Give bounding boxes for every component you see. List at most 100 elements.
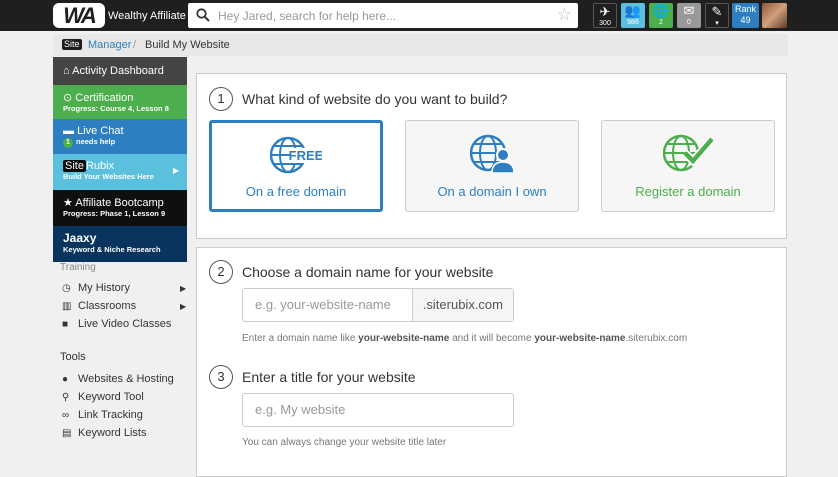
step-number: 3: [209, 365, 233, 389]
star-icon: ★: [63, 197, 73, 209]
jaaxy-sub: Keyword & Niche Research: [63, 245, 161, 254]
breadcrumb-manager-link[interactable]: Manager: [88, 39, 131, 51]
title-help-text: You can always change your website title…: [242, 437, 447, 448]
sidebar-item-keyword-tool[interactable]: ⚲ Keyword Tool: [62, 391, 144, 403]
tools-heading: Tools: [60, 351, 86, 363]
option-register-domain[interactable]: Register a domain: [601, 120, 775, 212]
step-number: 2: [209, 260, 233, 284]
search-icon: ⚲: [62, 392, 70, 403]
sidebar-item-label: Keyword Tool: [78, 391, 144, 403]
domain-input-group: .siterubix.com: [242, 288, 514, 322]
domain-name-input[interactable]: [255, 297, 405, 312]
svg-text:FREE: FREE: [289, 148, 322, 163]
chevron-down-icon: ▾: [715, 20, 719, 27]
chat-count-badge: 1: [63, 138, 73, 148]
breadcrumb: Site Manager / Build My Website: [53, 34, 788, 56]
logo-text: Wealthy Affiliate: [108, 10, 186, 22]
sidebar-item-label: My History: [78, 282, 130, 294]
breadcrumb-current: Build My Website: [145, 39, 230, 51]
sidebar-item-link-tracking[interactable]: ∞ Link Tracking: [62, 409, 143, 421]
community-button[interactable]: 👥 986: [621, 3, 645, 28]
write-button[interactable]: ✎ ▾: [705, 3, 729, 28]
site-logo[interactable]: WA Wealthy Affiliate: [53, 2, 186, 29]
book-icon: ▥: [62, 301, 72, 312]
sidebar-item-live-chat[interactable]: ▬ Live Chat 1 needs help: [53, 119, 187, 154]
globe-icon: ●: [62, 374, 69, 385]
messages-button[interactable]: ✉ 0: [677, 3, 701, 28]
plane-count: 300: [599, 20, 611, 27]
chevron-right-icon: ▶: [172, 166, 179, 175]
rank-value: 49: [740, 15, 751, 25]
sidebar-item-classrooms[interactable]: ▥ Classrooms: [62, 300, 136, 312]
sidebar-item-dashboard[interactable]: ⌂ Activity Dashboard: [53, 57, 187, 85]
sidebar-item-label: Certification: [75, 92, 134, 104]
mail-count: 0: [687, 19, 691, 26]
sites-button[interactable]: 🌐 2: [649, 3, 673, 28]
sidebar-item-label: Live Video Classes: [78, 318, 172, 330]
check-circle-icon: ⊙: [63, 92, 73, 104]
history-icon: ◷: [62, 283, 71, 294]
chat-icon: ▬: [63, 125, 74, 137]
training-heading: Training: [60, 262, 96, 273]
top-navigation-bar: WA Wealthy Affiliate ☆ ✈ 300 👥 986 🌐 2 ✉…: [0, 0, 838, 31]
step-question: What kind of website do you want to buil…: [242, 91, 508, 107]
video-icon: ■: [62, 319, 69, 330]
website-type-panel: 1 What kind of website do you want to bu…: [196, 73, 787, 239]
sidebar-item-label: Jaaxy: [63, 231, 97, 245]
users-count: 986: [627, 19, 639, 26]
sidebar-item-label: Live Chat: [77, 125, 124, 137]
sidebar-item-live-video[interactable]: ■ Live Video Classes: [62, 318, 171, 330]
search-input[interactable]: [218, 6, 538, 25]
sidebar: ⌂ Activity Dashboard ⊙ Certification Pro…: [53, 57, 187, 262]
logo-mark: WA: [53, 3, 105, 28]
sidebar-item-label: Activity Dashboard: [72, 65, 164, 77]
certification-progress: Progress: Course 4, Lesson 8: [63, 104, 169, 113]
search-box: ☆: [188, 3, 578, 28]
site-badge: Site: [63, 160, 86, 172]
star-icon[interactable]: ☆: [557, 5, 572, 25]
globe-count: 2: [659, 19, 663, 26]
rank-label: Rank: [734, 4, 756, 14]
avatar[interactable]: [762, 3, 787, 28]
sidebar-item-bootcamp[interactable]: ★ Affiliate Bootcamp Progress: Phase 1, …: [53, 190, 187, 226]
title-input-group: [242, 393, 514, 427]
chevron-right-icon: ▶: [180, 302, 187, 311]
sidebar-item-label: Websites & Hosting: [78, 373, 174, 385]
globe-user-icon: [470, 134, 514, 173]
mail-icon: ✉: [683, 3, 695, 18]
sidebar-item-label: Rubix: [85, 160, 115, 172]
step-question: Enter a title for your website: [242, 369, 416, 385]
sidebar-item-siterubix[interactable]: Site Rubix Build Your Websites Here ▶: [53, 154, 187, 190]
chat-sub: needs help: [76, 137, 116, 146]
siterubix-sub: Build Your Websites Here: [63, 172, 154, 181]
globe-check-icon: [663, 134, 713, 172]
option-own-domain[interactable]: On a domain I own: [405, 120, 579, 212]
home-icon: ⌂: [63, 65, 70, 77]
sidebar-item-label: Classrooms: [78, 300, 137, 312]
option-label: On a free domain: [245, 184, 347, 199]
rank-badge[interactable]: Rank 49: [732, 3, 759, 28]
option-label: Register a domain: [635, 184, 741, 199]
globe-icon: 🌐: [652, 3, 670, 18]
sidebar-item-websites-hosting[interactable]: ● Websites & Hosting: [62, 373, 174, 385]
option-free-domain[interactable]: FREE On a free domain: [209, 120, 383, 212]
domain-help-text: Enter a domain name like your-website-na…: [242, 333, 688, 344]
list-icon: ▤: [62, 428, 72, 439]
search-icon: [196, 8, 210, 22]
bootcamp-progress: Progress: Phase 1, Lesson 9: [63, 209, 166, 218]
sidebar-item-label: Link Tracking: [78, 409, 143, 421]
link-icon: ∞: [62, 410, 70, 421]
pen-icon: ✎: [711, 4, 723, 19]
sidebar-item-my-history[interactable]: ◷ My History: [62, 282, 130, 294]
users-icon: 👥: [624, 3, 642, 18]
sidebar-item-jaaxy[interactable]: Jaaxy Keyword & Niche Research: [53, 226, 187, 262]
training-plane-button[interactable]: ✈ 300: [593, 3, 617, 28]
globe-free-icon: FREE: [270, 136, 322, 174]
step-number: 1: [209, 87, 233, 111]
sidebar-item-certification[interactable]: ⊙ Certification Progress: Course 4, Less…: [53, 85, 187, 119]
sidebar-item-keyword-lists[interactable]: ▤ Keyword Lists: [62, 427, 146, 439]
website-title-input[interactable]: [255, 402, 500, 417]
sidebar-item-label: Affiliate Bootcamp: [75, 197, 164, 209]
step-question: Choose a domain name for your website: [242, 264, 494, 280]
chevron-right-icon: ▶: [180, 284, 187, 293]
